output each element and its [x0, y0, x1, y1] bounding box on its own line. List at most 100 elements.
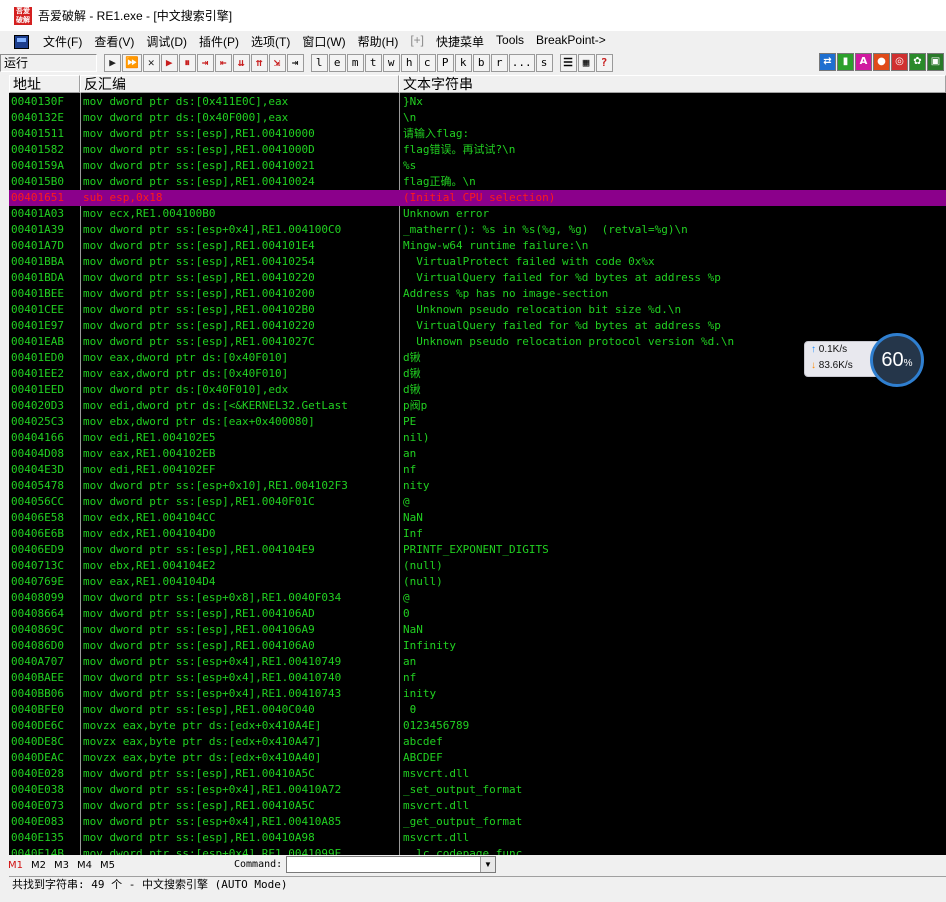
table-row[interactable]: 0040E14B mov dword ptr ss:[esp+0x4],RE1.0… [9, 846, 946, 855]
table-row[interactable]: 0040869C mov dword ptr ss:[esp],RE1.00410… [9, 622, 946, 638]
toolbar-window-button-5[interactable]: h [400, 54, 418, 72]
menu-item-1[interactable]: 查看(V) [88, 33, 140, 50]
table-row[interactable]: 00406ED9 mov dword ptr ss:[esp],RE1.00410… [9, 542, 946, 558]
table-row[interactable]: 00401BEE mov dword ptr ss:[esp],RE1.00410… [9, 286, 946, 302]
table-row[interactable]: 00406E6B mov edx,RE1.004104D0 Inf [9, 526, 946, 542]
table-row-selected[interactable]: 00401651 sub esp,0x18 (Initial CPU selecti… [9, 190, 946, 206]
table-row[interactable]: 0040769E mov eax,RE1.004104D4 (null) [9, 574, 946, 590]
app-menu-icon[interactable] [14, 34, 29, 49]
memory-tab-m4[interactable]: M4 [77, 860, 92, 871]
toolbar-icon-button-2[interactable]: ? [595, 54, 613, 72]
toolbar-debug-button-3[interactable]: ▶ [160, 54, 178, 72]
toolbar-plugin-button-1[interactable]: ▮ [837, 53, 854, 71]
table-row[interactable]: 0040E083 mov dword ptr ss:[esp+0x4],RE1.0… [9, 814, 946, 830]
table-row[interactable]: 00401511 mov dword ptr ss:[esp],RE1.00410… [9, 126, 946, 142]
table-row[interactable]: 00404166 mov edi,RE1.004102E5 nil) [9, 430, 946, 446]
table-row[interactable]: 0040BFE0 mov dword ptr ss:[esp],RE1.0040C… [9, 702, 946, 718]
memory-tab-m2[interactable]: M2 [31, 860, 46, 871]
toolbar-window-button-10[interactable]: r [490, 54, 508, 72]
menu-item-9[interactable]: Tools [490, 33, 530, 50]
toolbar-plugin-button-3[interactable]: ● [873, 53, 890, 71]
table-row[interactable]: 00401A03 mov ecx,RE1.004100B0 Unknown erro… [9, 206, 946, 222]
menu-item-7[interactable]: [+] [404, 33, 430, 50]
toolbar-debug-button-9[interactable]: ⇲ [268, 54, 286, 72]
network-monitor-widget[interactable]: ↑ 0.1K/s ↓ 83.6K/s 60% [804, 333, 924, 387]
toolbar-debug-button-2[interactable]: ✕ [142, 54, 160, 72]
toolbar-window-button-1[interactable]: e [328, 54, 346, 72]
toolbar-debug-button-10[interactable]: ⇥ [286, 54, 304, 72]
toolbar-debug-button-4[interactable]: ⏸ [178, 54, 196, 72]
table-row[interactable]: 0040132E mov dword ptr ds:[0x40F000],eax \… [9, 110, 946, 126]
toolbar-plugin-button-5[interactable]: ✿ [909, 53, 926, 71]
table-row[interactable]: 00401BBA mov dword ptr ss:[esp],RE1.00410… [9, 254, 946, 270]
table-row[interactable]: 0040E028 mov dword ptr ss:[esp],RE1.00410… [9, 766, 946, 782]
column-header-disasm[interactable]: 反汇编 [80, 75, 399, 93]
menu-item-5[interactable]: 窗口(W) [296, 33, 351, 50]
table-row[interactable]: 0040E038 mov dword ptr ss:[esp+0x4],RE1.0… [9, 782, 946, 798]
toolbar-icon-button-0[interactable]: ☰ [559, 54, 577, 72]
toolbar-debug-button-6[interactable]: ⇤ [214, 54, 232, 72]
table-row[interactable]: 0040BAEE mov dword ptr ss:[esp+0x4],RE1.0… [9, 670, 946, 686]
table-row[interactable]: 00408099 mov dword ptr ss:[esp+0x8],RE1.0… [9, 590, 946, 606]
table-row[interactable]: 00401E97 mov dword ptr ss:[esp],RE1.00410… [9, 318, 946, 334]
memory-usage-gauge[interactable]: 60% [870, 333, 924, 387]
table-row[interactable]: 004086D0 mov dword ptr ss:[esp],RE1.00410… [9, 638, 946, 654]
table-row[interactable]: 00405478 mov dword ptr ss:[esp+0x10],RE1.… [9, 478, 946, 494]
menu-item-6[interactable]: 帮助(H) [352, 33, 405, 50]
toolbar-plugin-button-4[interactable]: ◎ [891, 53, 908, 71]
menu-item-2[interactable]: 调试(D) [140, 33, 193, 50]
table-row[interactable]: 0040DEAC movzx eax,byte ptr ds:[edx+0x410… [9, 750, 946, 766]
table-row[interactable]: 00401BDA mov dword ptr ss:[esp],RE1.00410… [9, 270, 946, 286]
toolbar-window-button-4[interactable]: w [382, 54, 400, 72]
table-row[interactable]: 0040DE6C movzx eax,byte ptr ds:[edx+0x410… [9, 718, 946, 734]
table-row[interactable]: 0040A707 mov dword ptr ss:[esp+0x4],RE1.0… [9, 654, 946, 670]
table-row[interactable]: 00401582 mov dword ptr ss:[esp],RE1.00410… [9, 142, 946, 158]
toolbar-debug-button-1[interactable]: ⏩ [122, 54, 142, 72]
table-row[interactable]: 0040E073 mov dword ptr ss:[esp],RE1.00410… [9, 798, 946, 814]
table-row[interactable]: 00404E3D mov edi,RE1.004102EF nf [9, 462, 946, 478]
column-header-text[interactable]: 文本字符串 [399, 75, 946, 93]
toolbar-window-button-2[interactable]: m [346, 54, 364, 72]
table-row[interactable]: 0040159A mov dword ptr ss:[esp],RE1.00410… [9, 158, 946, 174]
toolbar-window-button-0[interactable]: l [310, 54, 328, 72]
memory-tab-m1[interactable]: M1 [8, 860, 23, 871]
menu-item-8[interactable]: 快捷菜单 [430, 33, 490, 50]
toolbar-debug-button-0[interactable]: ▶ [104, 54, 121, 72]
menu-item-4[interactable]: 选项(T) [245, 33, 296, 50]
table-row[interactable]: 00408664 mov dword ptr ss:[esp],RE1.00410… [9, 606, 946, 622]
table-row[interactable]: 0040E135 mov dword ptr ss:[esp],RE1.00410… [9, 830, 946, 846]
table-row[interactable]: 0040BB06 mov dword ptr ss:[esp+0x4],RE1.0… [9, 686, 946, 702]
table-row[interactable]: 0040DE8C movzx eax,byte ptr ds:[edx+0x410… [9, 734, 946, 750]
toolbar-window-button-3[interactable]: t [364, 54, 382, 72]
table-row[interactable]: 0040713C mov ebx,RE1.004104E2 (null) [9, 558, 946, 574]
table-row[interactable]: 0040130F mov dword ptr ds:[0x411E0C],eax}… [9, 94, 946, 110]
toolbar-window-button-8[interactable]: k [454, 54, 472, 72]
memory-tab-m5[interactable]: M5 [100, 860, 115, 871]
toolbar-debug-button-7[interactable]: ⇊ [232, 54, 250, 72]
toolbar-plugin-button-2[interactable]: A [855, 53, 872, 71]
toolbar-window-button-9[interactable]: b [472, 54, 490, 72]
table-row[interactable]: 004015B0 mov dword ptr ss:[esp],RE1.00410… [9, 174, 946, 190]
toolbar-window-button-7[interactable]: P [436, 54, 454, 72]
table-row[interactable]: 00401A39 mov dword ptr ss:[esp+0x4],RE1.0… [9, 222, 946, 238]
command-input[interactable] [286, 856, 496, 873]
menu-item-10[interactable]: BreakPoint-> [530, 33, 612, 50]
table-row[interactable]: 004056CC mov dword ptr ss:[esp],RE1.0040F… [9, 494, 946, 510]
table-row[interactable]: 00404D08 mov eax,RE1.004102EB an [9, 446, 946, 462]
toolbar-window-button-6[interactable]: c [418, 54, 436, 72]
table-row[interactable]: 00401A7D mov dword ptr ss:[esp],RE1.00410… [9, 238, 946, 254]
string-reference-list[interactable]: 0040130F mov dword ptr ds:[0x411E0C],eax}… [9, 93, 946, 855]
table-row[interactable]: 00406E58 mov edx,RE1.004104CC NaN [9, 510, 946, 526]
command-dropdown-icon[interactable]: ▼ [480, 857, 495, 872]
toolbar-window-button-12[interactable]: s [535, 54, 553, 72]
table-row[interactable]: 004020D3 mov edi,dword ptr ds:[<&KERNEL32… [9, 398, 946, 414]
table-row[interactable]: 00401CEE mov dword ptr ss:[esp],RE1.00410… [9, 302, 946, 318]
column-header-address[interactable]: 地址 [9, 75, 80, 93]
toolbar-plugin-button-6[interactable]: ▣ [927, 53, 944, 71]
toolbar-icon-button-1[interactable]: ▦ [577, 54, 595, 72]
toolbar-debug-button-5[interactable]: ⇥ [196, 54, 214, 72]
memory-tab-m3[interactable]: M3 [54, 860, 69, 871]
menu-item-3[interactable]: 插件(P) [193, 33, 245, 50]
toolbar-window-button-11[interactable]: ... [508, 54, 535, 72]
table-row[interactable]: 004025C3 mov ebx,dword ptr ds:[eax+0x4000… [9, 414, 946, 430]
